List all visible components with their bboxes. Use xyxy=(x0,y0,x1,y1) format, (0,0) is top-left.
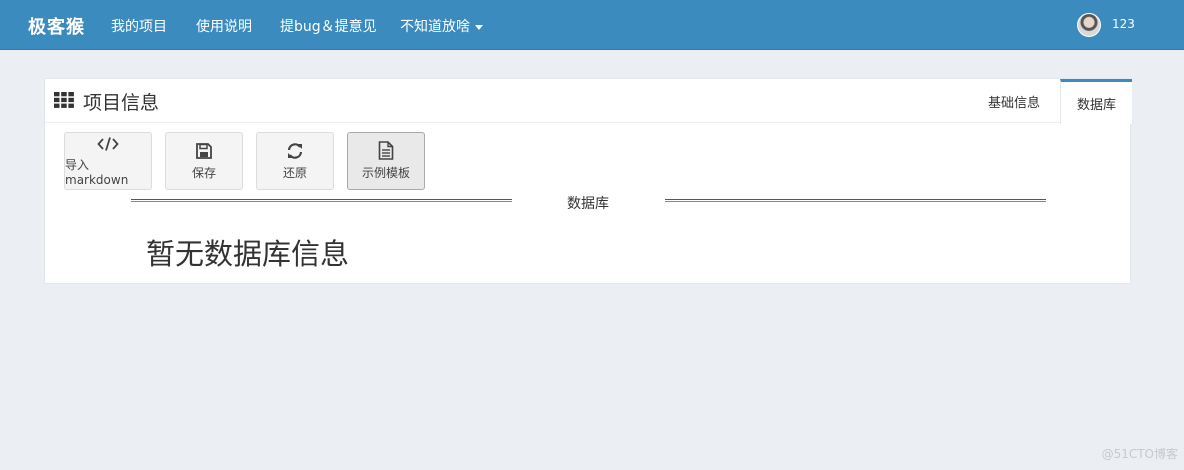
floppy-disk-icon xyxy=(196,142,212,159)
document-icon xyxy=(378,141,394,160)
import-markdown-label: 导入markdown xyxy=(65,157,129,187)
divider-left xyxy=(131,199,512,202)
panel-header: 项目信息 基础信息 数据库 xyxy=(45,79,1132,124)
divider-right xyxy=(665,199,1046,202)
tab-database[interactable]: 数据库 xyxy=(1060,79,1132,124)
grid-icon xyxy=(54,92,74,108)
nav-item-feedback[interactable]: 提bug＆提意见 xyxy=(280,16,377,36)
user-avatar[interactable] xyxy=(1077,13,1101,37)
empty-database-message: 暂无数据库信息 xyxy=(146,237,350,271)
save-button[interactable]: 保存 xyxy=(165,132,243,190)
restore-button[interactable]: 还原 xyxy=(256,132,334,190)
caret-down-icon xyxy=(475,24,483,30)
panel-title: 项目信息 xyxy=(83,92,160,114)
refresh-icon xyxy=(287,142,303,159)
nav-dropdown-label: 不知道放啥 xyxy=(400,19,470,35)
brand-logo[interactable]: 极客猴 xyxy=(28,13,85,39)
username-label[interactable]: 123 xyxy=(1112,17,1135,31)
watermark: @51CTO博客 xyxy=(1101,447,1178,461)
project-info-panel: 项目信息 基础信息 数据库 导入markdown 保存 还原 示例模板 数据库 … xyxy=(44,78,1132,284)
tab-basic-info[interactable]: 基础信息 xyxy=(969,79,1059,123)
nav-item-usage-guide[interactable]: 使用说明 xyxy=(196,16,252,36)
restore-label: 还原 xyxy=(282,165,307,180)
import-markdown-button[interactable]: 导入markdown xyxy=(64,132,152,190)
example-template-label: 示例模板 xyxy=(361,166,410,180)
nav-item-my-projects[interactable]: 我的项目 xyxy=(111,16,167,36)
nav-item-dropdown[interactable]: 不知道放啥 xyxy=(400,16,483,36)
save-label: 保存 xyxy=(191,165,216,180)
section-title: 数据库 xyxy=(567,196,609,212)
code-icon xyxy=(97,136,119,151)
example-template-button[interactable]: 示例模板 xyxy=(347,132,425,190)
top-navbar: 极客猴 我的项目 使用说明 提bug＆提意见 不知道放啥 123 xyxy=(0,0,1184,50)
